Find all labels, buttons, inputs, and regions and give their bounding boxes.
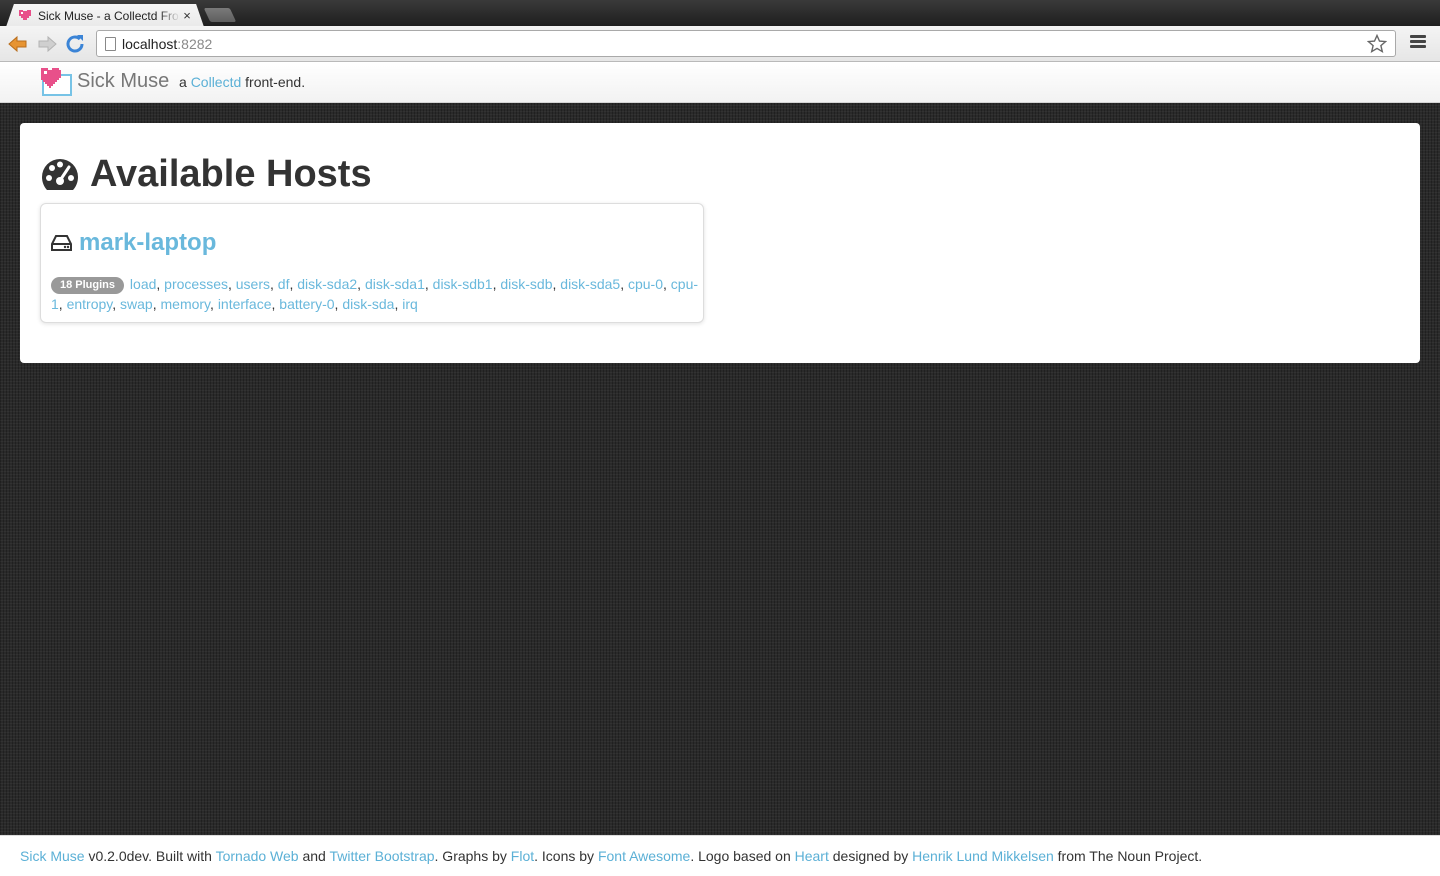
plugin-link[interactable]: irq: [402, 296, 418, 312]
plugin-link[interactable]: load: [130, 276, 156, 292]
url-port: :8282: [177, 35, 213, 52]
plugin-link[interactable]: processes: [164, 276, 228, 292]
footer-text-icons: . Icons by: [534, 848, 598, 864]
plugin-link[interactable]: cpu-0: [628, 276, 663, 292]
tagline-suffix: front-end.: [241, 74, 306, 90]
brand-link[interactable]: Sick Muse: [40, 66, 169, 96]
page-background: Available Hosts mark-laptop 18 Plugins l…: [0, 103, 1440, 835]
plugin-link[interactable]: disk-sda1: [365, 276, 425, 292]
forward-arrow-icon[interactable]: [35, 32, 59, 56]
star-icon[interactable]: [1367, 34, 1387, 54]
plugin-list: 18 Plugins load, processes, users, df, d…: [51, 274, 701, 314]
heart-icon: [19, 10, 31, 20]
browser-tabstrip: Sick Muse - a Collectd Front-end ×: [0, 0, 1440, 27]
page-title: Available Hosts: [40, 153, 372, 196]
reload-icon[interactable]: [63, 32, 87, 56]
plugin-link[interactable]: entropy: [67, 296, 113, 312]
tornado-web-link[interactable]: Tornado Web: [216, 848, 299, 864]
plugin-link[interactable]: disk-sda: [342, 296, 394, 312]
plugin-link[interactable]: disk-sdb1: [433, 276, 493, 292]
tab-close-button[interactable]: ×: [180, 8, 194, 23]
collectd-link[interactable]: Collectd: [191, 74, 242, 90]
logo-icon: [41, 68, 72, 96]
browser-tab[interactable]: Sick Muse - a Collectd Front-end ×: [6, 4, 204, 27]
tagline: a Collectd front-end.: [179, 74, 305, 90]
plugin-link[interactable]: disk-sdb: [500, 276, 552, 292]
page-heading: Available Hosts: [90, 153, 372, 195]
plugin-link[interactable]: disk-sda5: [560, 276, 620, 292]
footer: Sick Muse v0.2.0dev. Built with Tornado …: [0, 835, 1440, 876]
footer-text-graphs: . Graphs by: [434, 848, 511, 864]
back-arrow-icon[interactable]: [6, 32, 30, 56]
brand-name: Sick Muse: [77, 69, 170, 92]
url-host: localhost: [122, 35, 178, 52]
plugin-link[interactable]: df: [278, 276, 290, 292]
flot-link[interactable]: Flot: [511, 848, 534, 864]
footer-text-from: from The Noun Project.: [1053, 848, 1203, 864]
hosts-panel: Available Hosts mark-laptop 18 Plugins l…: [20, 123, 1420, 363]
address-bar[interactable]: localhost:8282: [96, 30, 1396, 57]
browser-toolbar: localhost:8282: [0, 26, 1440, 62]
author-link[interactable]: Henrik Lund Mikkelsen: [912, 848, 1054, 864]
plugin-link[interactable]: memory: [161, 296, 211, 312]
host-card: mark-laptop 18 Plugins load, processes, …: [40, 203, 704, 323]
host-link[interactable]: mark-laptop: [79, 229, 216, 257]
font-awesome-link[interactable]: Font Awesome: [598, 848, 690, 864]
plugin-link[interactable]: battery-0: [279, 296, 334, 312]
plugin-count-badge: 18 Plugins: [51, 277, 125, 294]
footer-text-and: and: [298, 848, 330, 864]
sick-muse-link[interactable]: Sick Muse: [20, 848, 85, 864]
host-title: mark-laptop: [51, 229, 216, 257]
tab-title: Sick Muse - a Collectd Front-end: [38, 8, 180, 23]
twitter-bootstrap-link[interactable]: Twitter Bootstrap: [329, 848, 434, 864]
tagline-prefix: a: [179, 74, 191, 90]
plugin-link[interactable]: swap: [120, 296, 153, 312]
page-icon: [105, 36, 116, 51]
hamburger-menu-icon[interactable]: [1410, 35, 1426, 51]
dashboard-gauge-icon: [42, 158, 78, 190]
plugin-link[interactable]: interface: [218, 296, 272, 312]
plugin-links: load, processes, users, df, disk-sda2, d…: [51, 276, 699, 312]
footer-text-version: v0.2.0dev. Built with: [84, 848, 216, 864]
plugin-link[interactable]: users: [236, 276, 270, 292]
hdd-icon: [51, 235, 72, 251]
new-tab-button[interactable]: [203, 8, 237, 22]
app-navbar: Sick Muse a Collectd front-end.: [0, 62, 1440, 103]
heart-link[interactable]: Heart: [795, 848, 829, 864]
footer-text-logo: . Logo based on: [690, 848, 795, 864]
plugin-link[interactable]: disk-sda2: [297, 276, 357, 292]
footer-text-designed: designed by: [828, 848, 913, 864]
